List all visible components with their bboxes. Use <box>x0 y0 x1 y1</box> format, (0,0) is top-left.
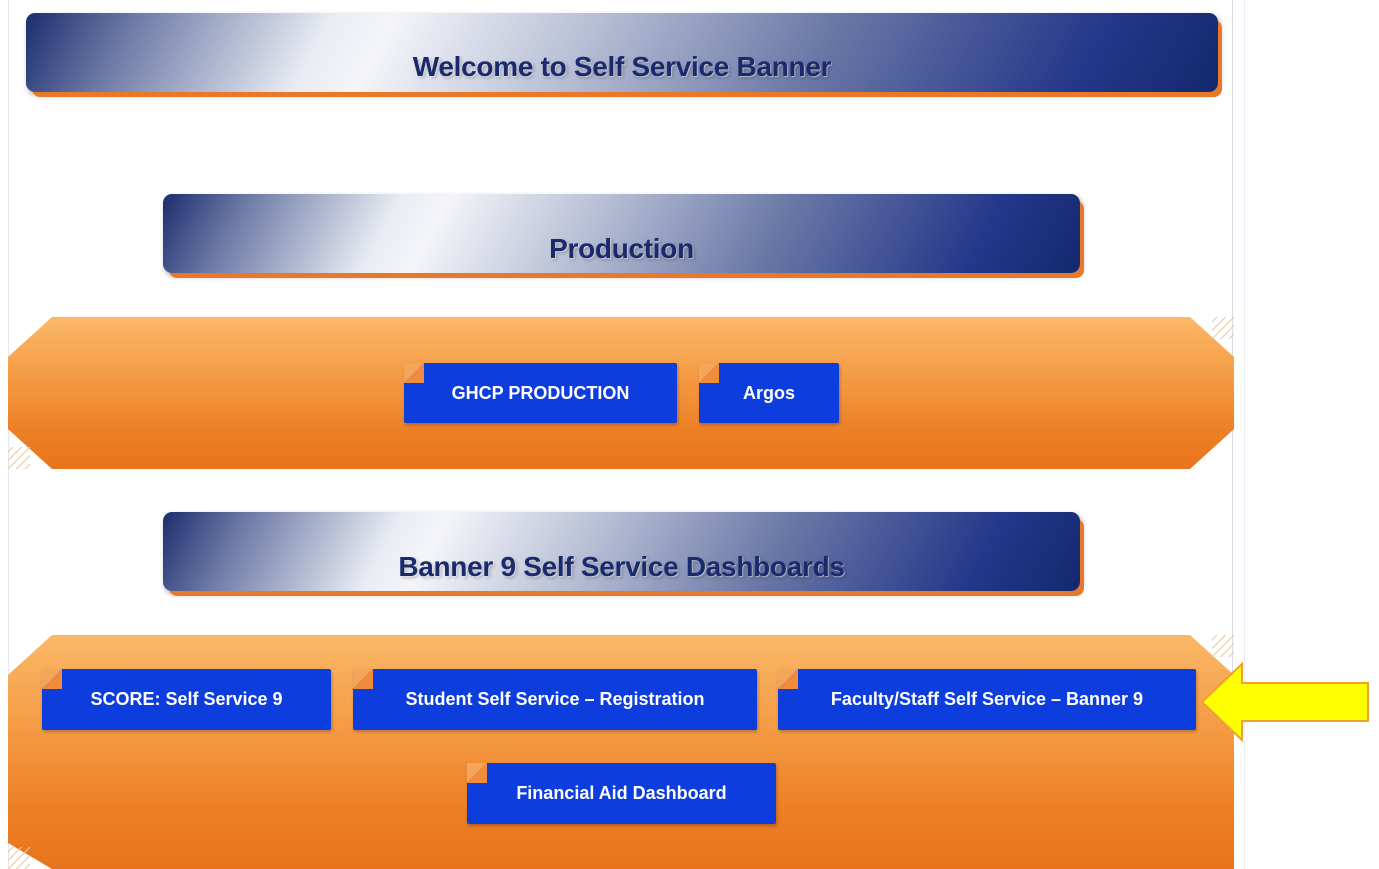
self-service-banner-page: Welcome to Self Service Banner Productio… <box>0 0 1379 869</box>
folded-corner-shade <box>404 363 424 383</box>
faculty-staff-self-service-label: Faculty/Staff Self Service – Banner 9 <box>830 689 1144 709</box>
dashboards-title: Banner 9 Self Service Dashboards <box>398 551 845 582</box>
argos-label: Argos <box>742 382 795 403</box>
production-banner: Production <box>163 194 1080 273</box>
student-self-service-label: Student Self Service – Registration <box>405 689 705 709</box>
dashboards-banner: Banner 9 Self Service Dashboards <box>163 512 1080 591</box>
welcome-title: Welcome to Self Service Banner <box>412 51 832 82</box>
score-self-service-link[interactable]: SCORE: Self Service 9 <box>42 669 331 730</box>
panel-corner-decoration <box>1212 635 1234 657</box>
score-self-service-label: SCORE: Self Service 9 <box>90 689 283 709</box>
folded-corner-shade <box>42 669 62 689</box>
folded-corner-shade <box>353 669 373 689</box>
folded-corner-shade <box>699 363 719 383</box>
panel-corner-decoration <box>8 847 30 869</box>
financial-aid-dashboard-label: Financial Aid Dashboard <box>516 783 727 803</box>
yellow-arrow-left-icon <box>1200 661 1369 743</box>
ghcp-production-link[interactable]: GHCP PRODUCTION <box>404 363 677 423</box>
folded-corner-shade <box>778 669 798 689</box>
financial-aid-dashboard-link[interactable]: Financial Aid Dashboard <box>467 763 776 824</box>
panel-corner-decoration <box>1212 317 1234 339</box>
faculty-staff-self-service-link[interactable]: Faculty/Staff Self Service – Banner 9 <box>778 669 1196 730</box>
student-self-service-link[interactable]: Student Self Service – Registration <box>353 669 757 730</box>
argos-link[interactable]: Argos <box>699 363 839 423</box>
folded-corner-shade <box>467 763 487 783</box>
panel-corner-decoration <box>8 447 30 469</box>
welcome-banner: Welcome to Self Service Banner <box>26 13 1218 92</box>
ghcp-production-label: GHCP PRODUCTION <box>451 382 630 403</box>
production-title: Production <box>549 233 694 264</box>
